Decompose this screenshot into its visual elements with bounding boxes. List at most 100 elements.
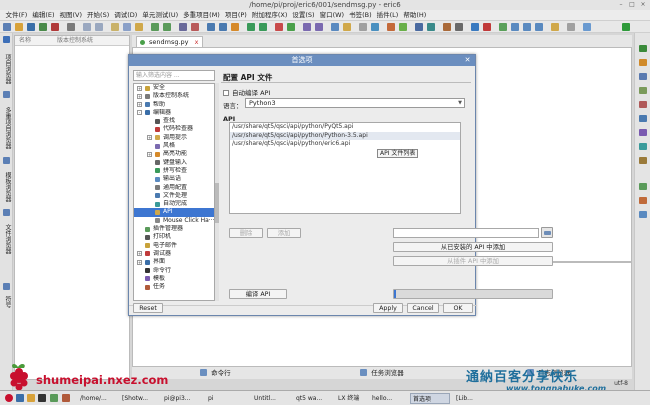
ok-button[interactable]: OK bbox=[443, 303, 473, 313]
search-icon[interactable] bbox=[207, 23, 215, 31]
terminal-icon[interactable] bbox=[427, 23, 435, 31]
tree-item[interactable]: API bbox=[134, 208, 214, 217]
tree-item[interactable]: - 编辑器 bbox=[134, 109, 214, 117]
indent-icon[interactable] bbox=[151, 23, 159, 31]
save-icon[interactable] bbox=[27, 23, 35, 31]
task-shotwell[interactable]: [Shotw... bbox=[120, 393, 158, 404]
tree-item[interactable]: + 帮助 bbox=[134, 101, 214, 109]
undo-icon[interactable] bbox=[83, 23, 91, 31]
tree-item[interactable]: 任务 bbox=[134, 283, 214, 291]
add-plugin-api-button[interactable]: 从插件 API 中添加 bbox=[393, 256, 553, 266]
step-icon[interactable] bbox=[511, 23, 519, 31]
breakpoint-icon[interactable] bbox=[551, 23, 559, 31]
save-all-icon[interactable] bbox=[39, 23, 47, 31]
tree-item[interactable]: + 调用提示 bbox=[134, 134, 214, 142]
cut-icon[interactable] bbox=[111, 23, 119, 31]
green-arrow-icon[interactable] bbox=[622, 23, 630, 31]
tree-item[interactable]: 输出语 bbox=[134, 175, 214, 183]
tree-item[interactable]: + 高亮功能 bbox=[134, 150, 214, 158]
menu-edit[interactable]: 编辑(E) bbox=[30, 10, 57, 20]
column-name-header[interactable]: 名称 bbox=[15, 36, 53, 45]
open-file-icon[interactable] bbox=[15, 23, 23, 31]
print-icon[interactable] bbox=[67, 23, 75, 31]
menu-multiproject[interactable]: 多重项目(M) bbox=[181, 10, 223, 20]
irc-icon[interactable] bbox=[639, 73, 647, 80]
outline-icon[interactable] bbox=[639, 115, 647, 122]
sidebar-tab-template-browser[interactable]: 模板浏览器 bbox=[1, 167, 12, 207]
menu-start[interactable]: 开始(S) bbox=[85, 10, 112, 20]
debug-viewer-icon[interactable] bbox=[639, 45, 647, 52]
tab-task-viewer[interactable]: 任务浏览器 bbox=[299, 367, 466, 379]
editor-tab-sendmsg[interactable]: sendmsg.py x bbox=[136, 36, 204, 47]
tree-item[interactable]: 电子邮件 bbox=[134, 242, 214, 250]
preferences-icon[interactable] bbox=[567, 23, 575, 31]
browser-icon[interactable] bbox=[415, 23, 423, 31]
menu-bookmarks[interactable]: 书签(B) bbox=[347, 10, 375, 20]
auto-compile-checkbox[interactable]: 自动编译 API bbox=[223, 87, 270, 97]
debug-icon[interactable] bbox=[275, 23, 283, 31]
tree-scrollbar[interactable] bbox=[215, 83, 219, 301]
menu-unittest[interactable]: 单元测试(U) bbox=[140, 10, 181, 20]
tasks-icon[interactable] bbox=[443, 23, 451, 31]
menu-debug[interactable]: 调试(D) bbox=[112, 10, 140, 20]
tree-item[interactable]: + 界面 bbox=[134, 258, 214, 266]
expand-icon[interactable]: + bbox=[137, 85, 142, 91]
stack-icon[interactable] bbox=[639, 211, 647, 218]
tree-item[interactable]: 通用配置 bbox=[134, 184, 214, 192]
menu-view[interactable]: 视图(V) bbox=[57, 10, 85, 20]
tree-item[interactable]: 命令行 bbox=[134, 267, 214, 275]
expand-icon[interactable]: + bbox=[147, 151, 152, 157]
comment-icon[interactable] bbox=[179, 23, 187, 31]
zoom-out-icon[interactable] bbox=[315, 23, 323, 31]
help-icon[interactable] bbox=[371, 23, 379, 31]
tree-item[interactable]: + 版本控制系统 bbox=[134, 92, 214, 100]
minimize-button[interactable]: – bbox=[617, 1, 625, 9]
api-file-path-input[interactable] bbox=[393, 228, 539, 238]
task-home-folder[interactable]: /home/... bbox=[78, 393, 116, 404]
zoom-in-icon[interactable] bbox=[303, 23, 311, 31]
column-vcs-header[interactable]: 版本控制系统 bbox=[53, 36, 93, 45]
cooperation-icon[interactable] bbox=[639, 59, 647, 66]
menu-window[interactable]: 窗口(W) bbox=[317, 10, 347, 20]
close-tab-icon[interactable]: x bbox=[195, 38, 199, 46]
bookmark-icon[interactable] bbox=[247, 23, 255, 31]
tree-scrollbar-thumb[interactable] bbox=[215, 183, 219, 223]
add-api-button[interactable]: 添加 bbox=[267, 228, 301, 238]
task-hello[interactable]: hello... bbox=[370, 393, 404, 404]
tree-item[interactable]: Mouse Click Ha··· bbox=[134, 217, 214, 225]
replace-icon[interactable] bbox=[231, 23, 239, 31]
settings-icon[interactable] bbox=[359, 23, 367, 31]
copy-icon[interactable] bbox=[123, 23, 131, 31]
menu-raspberry-icon[interactable] bbox=[5, 394, 13, 402]
new-file-icon[interactable] bbox=[3, 23, 11, 31]
breakpoints-icon[interactable] bbox=[639, 197, 647, 204]
stop-icon[interactable] bbox=[483, 23, 491, 31]
tree-item[interactable]: 自动完成 bbox=[134, 200, 214, 208]
templates-viewer-icon[interactable] bbox=[639, 157, 647, 164]
task-lib[interactable]: [Lib... bbox=[454, 393, 486, 404]
browser-launcher-icon[interactable] bbox=[16, 394, 24, 402]
project-icon[interactable] bbox=[331, 23, 339, 31]
task-lxterminal[interactable]: LX 终端 bbox=[336, 393, 368, 404]
app-launcher-icon[interactable] bbox=[50, 394, 58, 402]
files-launcher-icon[interactable] bbox=[27, 394, 35, 402]
menu-settings[interactable]: 设置(S) bbox=[290, 10, 317, 20]
code-doc-icon[interactable] bbox=[639, 143, 647, 150]
expand-icon[interactable]: + bbox=[137, 93, 142, 99]
search-next-icon[interactable] bbox=[219, 23, 227, 31]
sidebar-tab-multiproject-browser[interactable]: 多重项目浏览器 bbox=[1, 101, 12, 155]
expand-icon[interactable]: + bbox=[137, 251, 142, 257]
task-preferences[interactable]: 首选项 bbox=[410, 393, 450, 404]
menu-help[interactable]: 帮助(H) bbox=[401, 10, 429, 20]
sidebar-toggle-icon[interactable] bbox=[3, 36, 10, 43]
menu-extras[interactable]: 附加程序(X) bbox=[249, 10, 290, 20]
collapse-icon[interactable]: - bbox=[137, 110, 142, 116]
close-file-icon[interactable] bbox=[51, 23, 59, 31]
task-pi-folder[interactable]: pi bbox=[206, 393, 236, 404]
task-untitled[interactable]: Untitl... bbox=[252, 393, 288, 404]
tree-item[interactable]: + 调试器 bbox=[134, 250, 214, 258]
tree-item[interactable]: 打印机 bbox=[134, 233, 214, 241]
uncomment-icon[interactable] bbox=[191, 23, 199, 31]
dialog-close-icon[interactable]: ✕ bbox=[463, 56, 472, 65]
api-file-row[interactable]: /usr/share/qt5/qsci/api/python/eric6.api bbox=[230, 140, 460, 149]
